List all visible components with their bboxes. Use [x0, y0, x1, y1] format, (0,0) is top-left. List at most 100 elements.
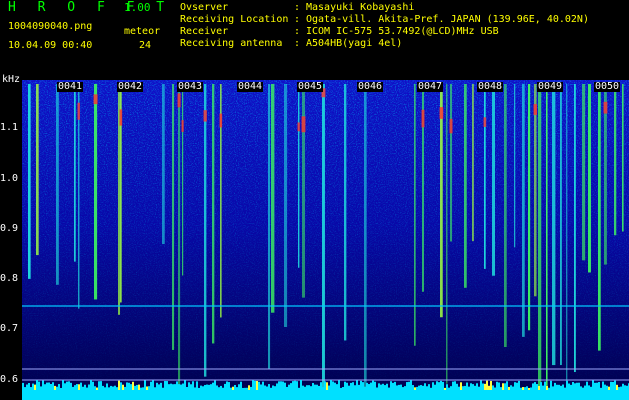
baseline-spike	[534, 382, 536, 390]
time-mark-0043: 0043	[177, 81, 204, 92]
meteor-echo-streak	[484, 84, 486, 269]
meteor-echo-streak	[574, 84, 576, 373]
receiver-label: Receiver	[180, 26, 229, 37]
baseline-spike	[240, 381, 242, 390]
baseline-spike	[560, 385, 562, 390]
baseline-spike	[416, 386, 418, 390]
baseline-spike	[174, 384, 176, 390]
spectrogram	[22, 80, 629, 400]
meteor-echo-peak	[119, 109, 123, 126]
baseline-spike	[522, 387, 524, 390]
baseline-spike	[342, 387, 344, 390]
meteor-count: 24	[139, 40, 152, 51]
baseline-spike	[304, 386, 306, 390]
baseline-spike	[282, 381, 284, 390]
meteor-echo-streak	[28, 84, 31, 279]
baseline-spike	[456, 383, 458, 390]
baseline-spike	[258, 381, 260, 390]
baseline-spike	[308, 385, 310, 390]
meteor-echo-peak	[77, 102, 80, 120]
baseline-spike	[346, 382, 348, 390]
baseline-spike	[270, 387, 272, 390]
baseline-spike	[132, 381, 134, 390]
baseline-spike	[398, 384, 400, 390]
baseline-spike	[364, 386, 366, 390]
baseline-spike	[408, 381, 410, 390]
baseline-spike	[578, 382, 580, 390]
baseline-spike	[602, 381, 604, 390]
baseline-spike	[348, 385, 350, 390]
baseline-spike	[480, 380, 482, 390]
baseline-spike	[248, 385, 250, 390]
baseline-spike	[164, 380, 166, 390]
baseline-spike	[378, 383, 380, 390]
baseline-spike	[62, 380, 64, 390]
baseline-spike	[470, 383, 472, 390]
baseline-spike	[246, 387, 248, 390]
baseline-spike	[568, 383, 570, 390]
baseline-spike	[160, 382, 162, 390]
meteor-echo-streak	[36, 84, 39, 256]
baseline-spike	[200, 385, 202, 390]
baseline-spike	[450, 386, 452, 390]
baseline-spike	[278, 381, 280, 390]
antenna-label: Receiving antenna	[180, 38, 283, 49]
baseline-spike	[338, 380, 340, 390]
meteor-echo-peak	[219, 113, 223, 128]
baseline-spike	[476, 383, 478, 390]
baseline-spike	[588, 385, 590, 390]
baseline-spike	[482, 383, 484, 390]
meteor-echo-streak	[204, 84, 207, 377]
baseline-spike	[464, 385, 466, 390]
baseline-spike	[552, 386, 554, 390]
meteor-echo-streak	[74, 84, 76, 262]
baseline-spike	[128, 382, 130, 390]
baseline-spike	[86, 387, 88, 390]
baseline-spike	[42, 380, 44, 390]
receiver-value: ICOM IC-575 53.7492(@LCD)MHz USB	[306, 26, 499, 37]
baseline-spike	[612, 381, 614, 390]
baseline-spike	[538, 386, 540, 390]
baseline-spike	[226, 381, 228, 390]
baseline-spike	[452, 381, 454, 390]
baseline-spike	[32, 383, 34, 390]
baseline-spike	[376, 387, 378, 390]
meteor-echo-peak	[439, 107, 444, 119]
baseline-spike	[26, 384, 28, 390]
baseline-spike	[542, 385, 544, 390]
baseline-spike	[314, 384, 316, 390]
baseline-spike	[486, 380, 488, 390]
baseline-spike	[66, 381, 68, 390]
baseline-spike	[502, 383, 504, 390]
meteor-echo-streak	[614, 84, 617, 236]
baseline-spike	[260, 384, 262, 390]
baseline-spike	[608, 386, 610, 390]
time-mark-0048: 0048	[477, 81, 504, 92]
baseline-spike	[220, 385, 222, 390]
meteor-echo-peak	[421, 109, 425, 128]
meteor-echo-streak	[534, 84, 537, 297]
baseline-spike	[266, 386, 268, 390]
baseline-spike	[222, 387, 224, 390]
baseline-spike	[622, 383, 624, 390]
meteor-echo-streak	[182, 84, 184, 276]
baseline-spike	[104, 387, 106, 390]
meteor-echo-streak	[284, 84, 288, 328]
baseline-spike	[368, 384, 370, 390]
baseline-spike	[252, 380, 254, 390]
baseline-spike	[618, 387, 620, 390]
meteor-echo-streak	[172, 84, 175, 350]
baseline-spike	[434, 384, 436, 390]
location-colon: :	[294, 14, 301, 25]
baseline-spike	[46, 382, 48, 390]
baseline-spike	[148, 386, 150, 390]
meteor-echo-peak	[297, 122, 300, 132]
baseline-spike	[294, 380, 296, 390]
baseline-spike	[108, 387, 110, 390]
baseline-spike	[598, 382, 600, 390]
meteor-echo-peak	[301, 116, 306, 133]
noise-speckle	[22, 80, 629, 400]
baseline-spike	[84, 384, 86, 390]
baseline-spike	[178, 384, 180, 390]
meteor-echo-streak	[566, 84, 568, 388]
